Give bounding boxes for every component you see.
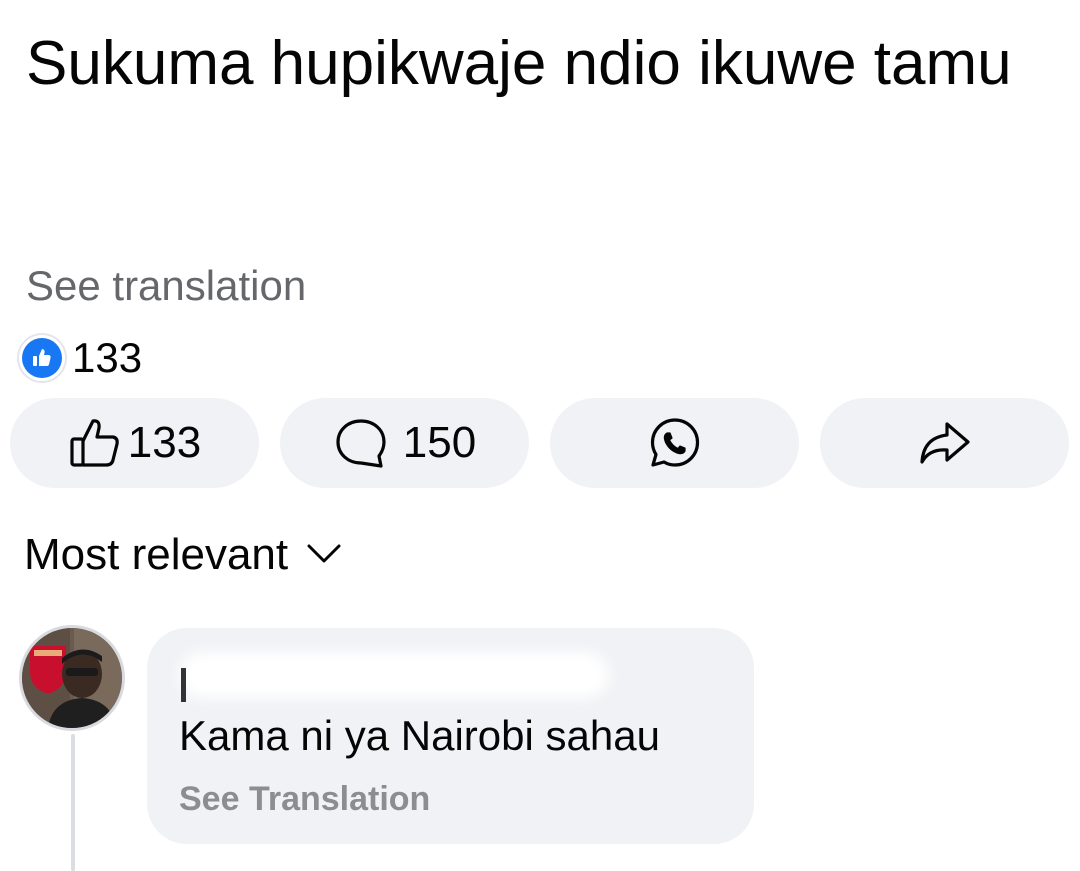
- comments-sort-label: Most relevant: [24, 530, 289, 579]
- author-name-visible-fragment: [181, 668, 186, 702]
- reactions-count: 133: [72, 334, 143, 381]
- commenter-avatar[interactable]: [22, 628, 122, 728]
- share-arrow-icon: [917, 415, 973, 471]
- thumbs-up-outline-icon: [68, 416, 122, 470]
- like-button[interactable]: 133: [10, 398, 259, 488]
- comment-bubble: Kama ni ya Nairobi sahau See Translation: [147, 628, 754, 844]
- comment-thread-line: [71, 734, 75, 871]
- author-name-blur: [179, 652, 609, 698]
- post-see-translation-link[interactable]: See translation: [26, 262, 306, 310]
- comment-see-translation-link[interactable]: See Translation: [179, 780, 430, 819]
- comment-bubble-icon: [333, 415, 389, 471]
- comment-button[interactable]: 150: [280, 398, 529, 488]
- whatsapp-icon: [647, 415, 703, 471]
- comment-author-name-redacted[interactable]: [179, 650, 609, 702]
- post-text: Sukuma hupikwaje ndio ikuwe tamu: [26, 29, 1012, 98]
- comment-count: 150: [402, 418, 477, 467]
- post-action-bar: 133 150: [10, 398, 1069, 488]
- comment-text: Kama ni ya Nairobi sahau: [179, 712, 660, 759]
- reactions-summary[interactable]: 133: [22, 334, 142, 382]
- comments-sort-dropdown[interactable]: Most relevant: [24, 530, 342, 580]
- share-button[interactable]: [820, 398, 1069, 488]
- like-count: 133: [127, 418, 202, 467]
- chevron-down-icon: [306, 542, 342, 569]
- like-reaction-icon: [22, 338, 62, 378]
- whatsapp-share-button[interactable]: [550, 398, 799, 488]
